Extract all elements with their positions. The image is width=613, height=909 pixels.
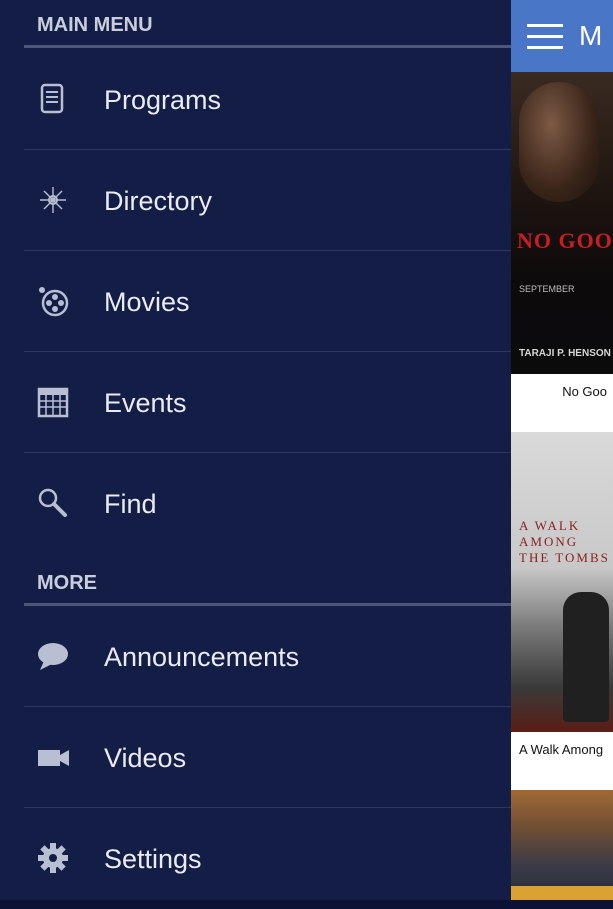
divider xyxy=(24,149,511,150)
movie-caption-text: No Goo xyxy=(562,384,607,399)
drawer-item-settings[interactable]: Settings xyxy=(0,809,511,909)
search-icon xyxy=(36,486,70,520)
calendar-icon xyxy=(36,385,70,419)
movie-caption-text: A Walk Among xyxy=(519,742,604,757)
movie-caption[interactable]: A Walk Among xyxy=(511,732,613,790)
divider xyxy=(24,807,511,808)
actor-portrait xyxy=(519,82,599,202)
video-camera-icon xyxy=(36,740,70,774)
drawer-item-label: Programs xyxy=(104,85,222,115)
drawer-item-videos[interactable]: Videos xyxy=(0,708,511,808)
poster-banner xyxy=(511,886,613,900)
drawer-item-announcements[interactable]: Announcements xyxy=(0,607,511,707)
app-bar: M xyxy=(511,0,613,72)
document-icon xyxy=(36,82,70,116)
divider xyxy=(24,351,511,352)
drawer-item-directory[interactable]: Directory xyxy=(0,151,511,251)
drawer-item-label: Settings xyxy=(104,844,202,874)
drawer-item-label: Announcements xyxy=(104,642,300,672)
hamburger-menu-icon[interactable] xyxy=(527,24,563,50)
navigation-drawer: MAIN MENU Programs Directory Movies Even… xyxy=(0,0,511,900)
poster-credit: TARAJI P. HENSON xyxy=(519,348,611,359)
app-title: M xyxy=(579,20,603,51)
drawer-item-label: Find xyxy=(104,489,157,519)
divider xyxy=(24,250,511,251)
poster-title: A WALK AMONG THE TOMBS xyxy=(519,518,610,565)
drawer-item-label: Videos xyxy=(104,743,187,773)
drawer-item-label: Events xyxy=(104,388,187,418)
poster-title: NO GOO xyxy=(517,228,613,253)
movie-poster[interactable] xyxy=(511,790,613,900)
divider xyxy=(24,706,511,707)
chat-bubble-icon xyxy=(36,639,70,673)
gear-icon xyxy=(36,841,70,875)
divider xyxy=(24,452,511,453)
movie-caption[interactable]: No Goo xyxy=(511,374,613,432)
movie-poster[interactable]: NO GOO SEPTEMBER TARAJI P. HENSON xyxy=(511,72,613,374)
main-content-peek: M NO GOO SEPTEMBER TARAJI P. HENSON No G… xyxy=(511,0,613,900)
film-reel-icon xyxy=(36,284,70,318)
poster-figure xyxy=(563,592,609,722)
drawer-item-label: Movies xyxy=(104,287,190,317)
more-header: MORE xyxy=(24,572,511,606)
movie-poster[interactable]: A WALK AMONG THE TOMBS xyxy=(511,432,613,732)
drawer-item-label: Directory xyxy=(104,186,213,216)
drawer-item-programs[interactable]: Programs xyxy=(0,50,511,150)
drawer-item-events[interactable]: Events xyxy=(0,353,511,453)
compass-icon xyxy=(36,183,70,217)
poster-release-text: SEPTEMBER xyxy=(519,284,575,294)
drawer-item-find[interactable]: Find xyxy=(0,454,511,554)
drawer-item-movies[interactable]: Movies xyxy=(0,252,511,352)
main-menu-header: MAIN MENU xyxy=(24,14,511,48)
